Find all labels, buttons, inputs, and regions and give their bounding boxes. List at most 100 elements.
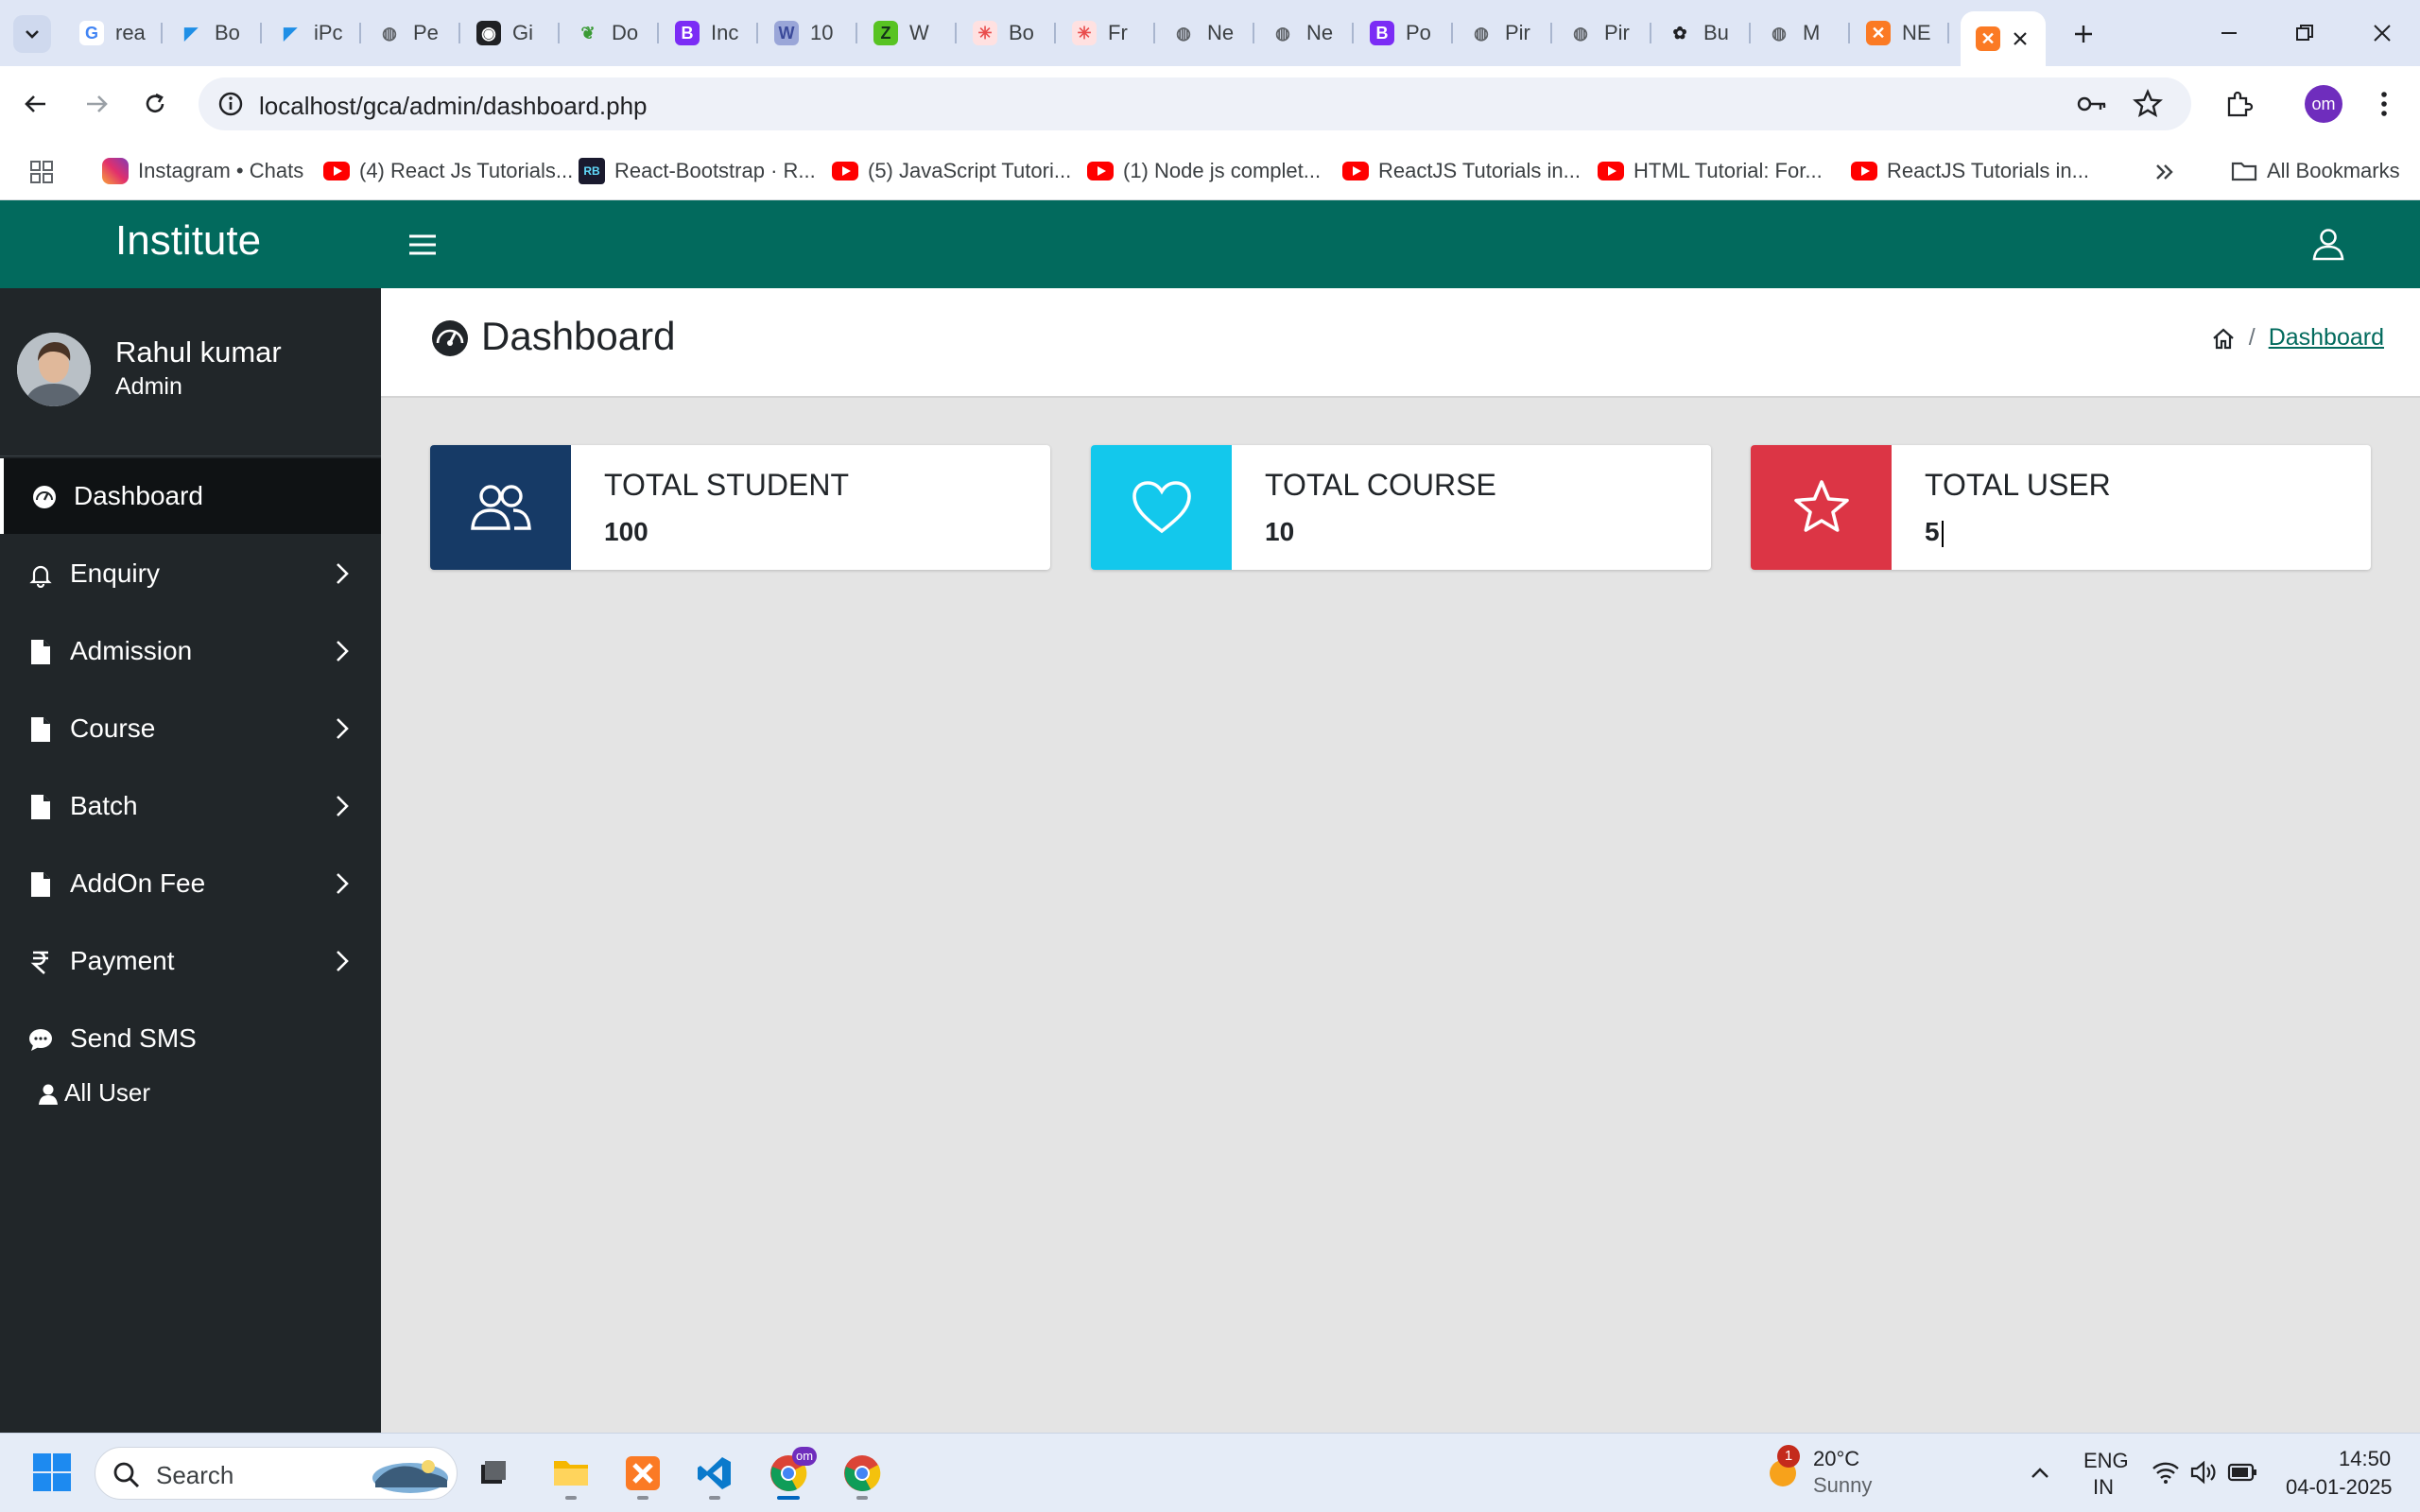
info-box-icon-area bbox=[1751, 445, 1892, 570]
browser-tab[interactable]: ◍ Pe bbox=[362, 13, 460, 53]
breadcrumb-current-link[interactable]: Dashboard bbox=[2269, 324, 2384, 352]
brand-logo-text[interactable]: Institute bbox=[115, 217, 261, 265]
info-box-label: TOTAL USER bbox=[1925, 468, 2111, 502]
browser-tab[interactable]: Grea bbox=[64, 13, 163, 53]
file-icon bbox=[26, 638, 55, 666]
forward-button[interactable] bbox=[76, 83, 117, 125]
extensions-button[interactable] bbox=[2218, 83, 2259, 125]
running-indicator bbox=[777, 1496, 800, 1500]
reload-button[interactable] bbox=[134, 83, 176, 125]
task-view-app[interactable] bbox=[465, 1447, 522, 1500]
volume-icon[interactable] bbox=[2189, 1460, 2218, 1485]
browser-menu-button[interactable] bbox=[2363, 83, 2405, 125]
language-indicator[interactable]: ENG bbox=[2083, 1449, 2129, 1473]
password-key-icon[interactable] bbox=[2076, 89, 2108, 119]
browser-tab[interactable]: ✿ Bu bbox=[1652, 13, 1751, 53]
file-explorer-app[interactable] bbox=[543, 1447, 599, 1500]
browser-tab[interactable]: ✕ NE bbox=[1851, 13, 1949, 53]
sidebar-item-admission[interactable]: Admission bbox=[0, 613, 381, 689]
folder-icon bbox=[2231, 162, 2257, 181]
browser-tab[interactable]: ◤ iPc bbox=[263, 13, 361, 53]
sidebar-item-addon-fee[interactable]: AddOn Fee bbox=[0, 846, 381, 921]
tab-title: NE bbox=[1902, 21, 1931, 44]
info-box-total-user[interactable]: TOTAL USER 5 bbox=[1751, 445, 2371, 570]
address-bar[interactable]: localhost/gca/admin/dashboard.php bbox=[199, 77, 2191, 130]
profile-avatar[interactable]: om bbox=[2305, 85, 2342, 123]
leaf-icon: ❦ bbox=[580, 23, 596, 43]
browser-tab[interactable]: B Po bbox=[1355, 13, 1453, 53]
user-role: Admin bbox=[115, 373, 182, 400]
globe-icon: ◍ bbox=[382, 23, 397, 43]
sidebar-item-all-user[interactable]: All User bbox=[0, 1061, 381, 1124]
info-box-total-student[interactable]: TOTAL STUDENT 100 bbox=[430, 445, 1050, 570]
chevron-double-right-icon[interactable] bbox=[2153, 161, 2176, 183]
all-bookmarks-button[interactable]: All Bookmarks bbox=[2231, 155, 2400, 187]
minimize-button[interactable] bbox=[2201, 9, 2257, 57]
active-tab[interactable]: ✕ bbox=[1961, 11, 2046, 66]
bookmark-item[interactable]: ReactJS Tutorials in... bbox=[1851, 155, 2089, 187]
battery-icon[interactable] bbox=[2227, 1462, 2257, 1483]
star-bookmark-icon[interactable] bbox=[2133, 89, 2163, 119]
browser-tab[interactable]: ◍ Ne bbox=[1255, 13, 1354, 53]
tab-search-button[interactable] bbox=[13, 15, 51, 53]
sidebar-item-payment[interactable]: Payment bbox=[0, 923, 381, 999]
tab-separator bbox=[756, 23, 758, 43]
browser-tab[interactable]: ❦ Do bbox=[561, 13, 659, 53]
sidebar-item-course[interactable]: Course bbox=[0, 691, 381, 766]
xampp-icon: ✕ bbox=[1866, 21, 1891, 45]
xampp-app[interactable] bbox=[614, 1447, 671, 1500]
info-box-icon-area bbox=[430, 445, 571, 570]
sidebar-item-enquiry[interactable]: Enquiry bbox=[0, 536, 381, 611]
tab-title: Fr bbox=[1108, 21, 1128, 44]
browser-tab[interactable]: ✳ Bo bbox=[958, 13, 1056, 53]
tab-title: Bu bbox=[1703, 21, 1729, 44]
breadcrumb: / Dashboard bbox=[2211, 324, 2384, 352]
browser-tab[interactable]: ZW bbox=[858, 13, 957, 53]
windows-start-icon[interactable] bbox=[32, 1452, 72, 1492]
github-icon: ◉ bbox=[476, 21, 501, 45]
browser-tab[interactable]: ◍ Pir bbox=[1553, 13, 1651, 53]
bookmark-item[interactable]: RB React-Bootstrap · R... bbox=[579, 155, 816, 187]
apps-grid-icon[interactable] bbox=[28, 159, 55, 185]
bookmark-item[interactable]: (5) JavaScript Tutori... bbox=[832, 155, 1071, 187]
bookmark-item[interactable]: (1) Node js complet... bbox=[1087, 155, 1321, 187]
chrome-profile-app[interactable] bbox=[834, 1447, 890, 1500]
chrome-app-active[interactable]: om bbox=[760, 1447, 817, 1500]
restore-button[interactable] bbox=[2276, 9, 2333, 57]
close-icon bbox=[2374, 25, 2391, 42]
hamburger-menu-icon[interactable] bbox=[406, 229, 439, 261]
taskbar-search-box[interactable]: Search bbox=[95, 1447, 458, 1500]
browser-tab[interactable]: ◍ Pir bbox=[1454, 13, 1552, 53]
chevron-right-icon bbox=[333, 793, 352, 819]
browser-tab[interactable]: B Inc bbox=[660, 13, 758, 53]
sidebar-item-batch[interactable]: Batch bbox=[0, 768, 381, 844]
bookmark-item[interactable]: HTML Tutorial: For... bbox=[1598, 155, 1823, 187]
wifi-icon[interactable] bbox=[2152, 1460, 2180, 1485]
bookmark-item[interactable]: (4) React Js Tutorials... bbox=[323, 155, 573, 187]
tab-separator bbox=[260, 23, 262, 43]
vscode-app[interactable] bbox=[686, 1447, 743, 1500]
clock-time[interactable]: 14:50 bbox=[2339, 1447, 2391, 1471]
browser-tab[interactable]: ◍ M bbox=[1752, 13, 1850, 53]
info-icon[interactable] bbox=[216, 89, 246, 119]
browser-tab[interactable]: ◤ Bo bbox=[164, 13, 262, 53]
browser-tab[interactable]: W 10 bbox=[759, 13, 857, 53]
bookmark-item[interactable]: ReactJS Tutorials in... bbox=[1342, 155, 1581, 187]
home-icon[interactable] bbox=[2211, 326, 2236, 351]
new-tab-button[interactable] bbox=[2065, 15, 2102, 53]
browser-tab[interactable]: ◍ Ne bbox=[1156, 13, 1254, 53]
back-button[interactable] bbox=[15, 83, 57, 125]
weather-widget[interactable]: 1 bbox=[1764, 1445, 1802, 1490]
xampp-icon bbox=[626, 1456, 660, 1490]
info-box-total-course[interactable]: TOTAL COURSE 10 bbox=[1091, 445, 1711, 570]
chevron-up-icon[interactable] bbox=[2029, 1462, 2051, 1485]
close-tab-icon[interactable] bbox=[2012, 30, 2029, 47]
close-window-button[interactable] bbox=[2354, 9, 2411, 57]
browser-tab[interactable]: ✳ Fr bbox=[1057, 13, 1155, 53]
browser-tab[interactable]: ◉ Gi bbox=[461, 13, 560, 53]
bookmark-item[interactable]: Instagram • Chats bbox=[102, 155, 303, 187]
sidebar-item-label: Payment bbox=[70, 946, 175, 975]
user-account-icon[interactable] bbox=[2309, 225, 2347, 263]
clock-date[interactable]: 04-01-2025 bbox=[2286, 1475, 2393, 1500]
sidebar-item-dashboard[interactable]: Dashboard bbox=[0, 458, 381, 534]
